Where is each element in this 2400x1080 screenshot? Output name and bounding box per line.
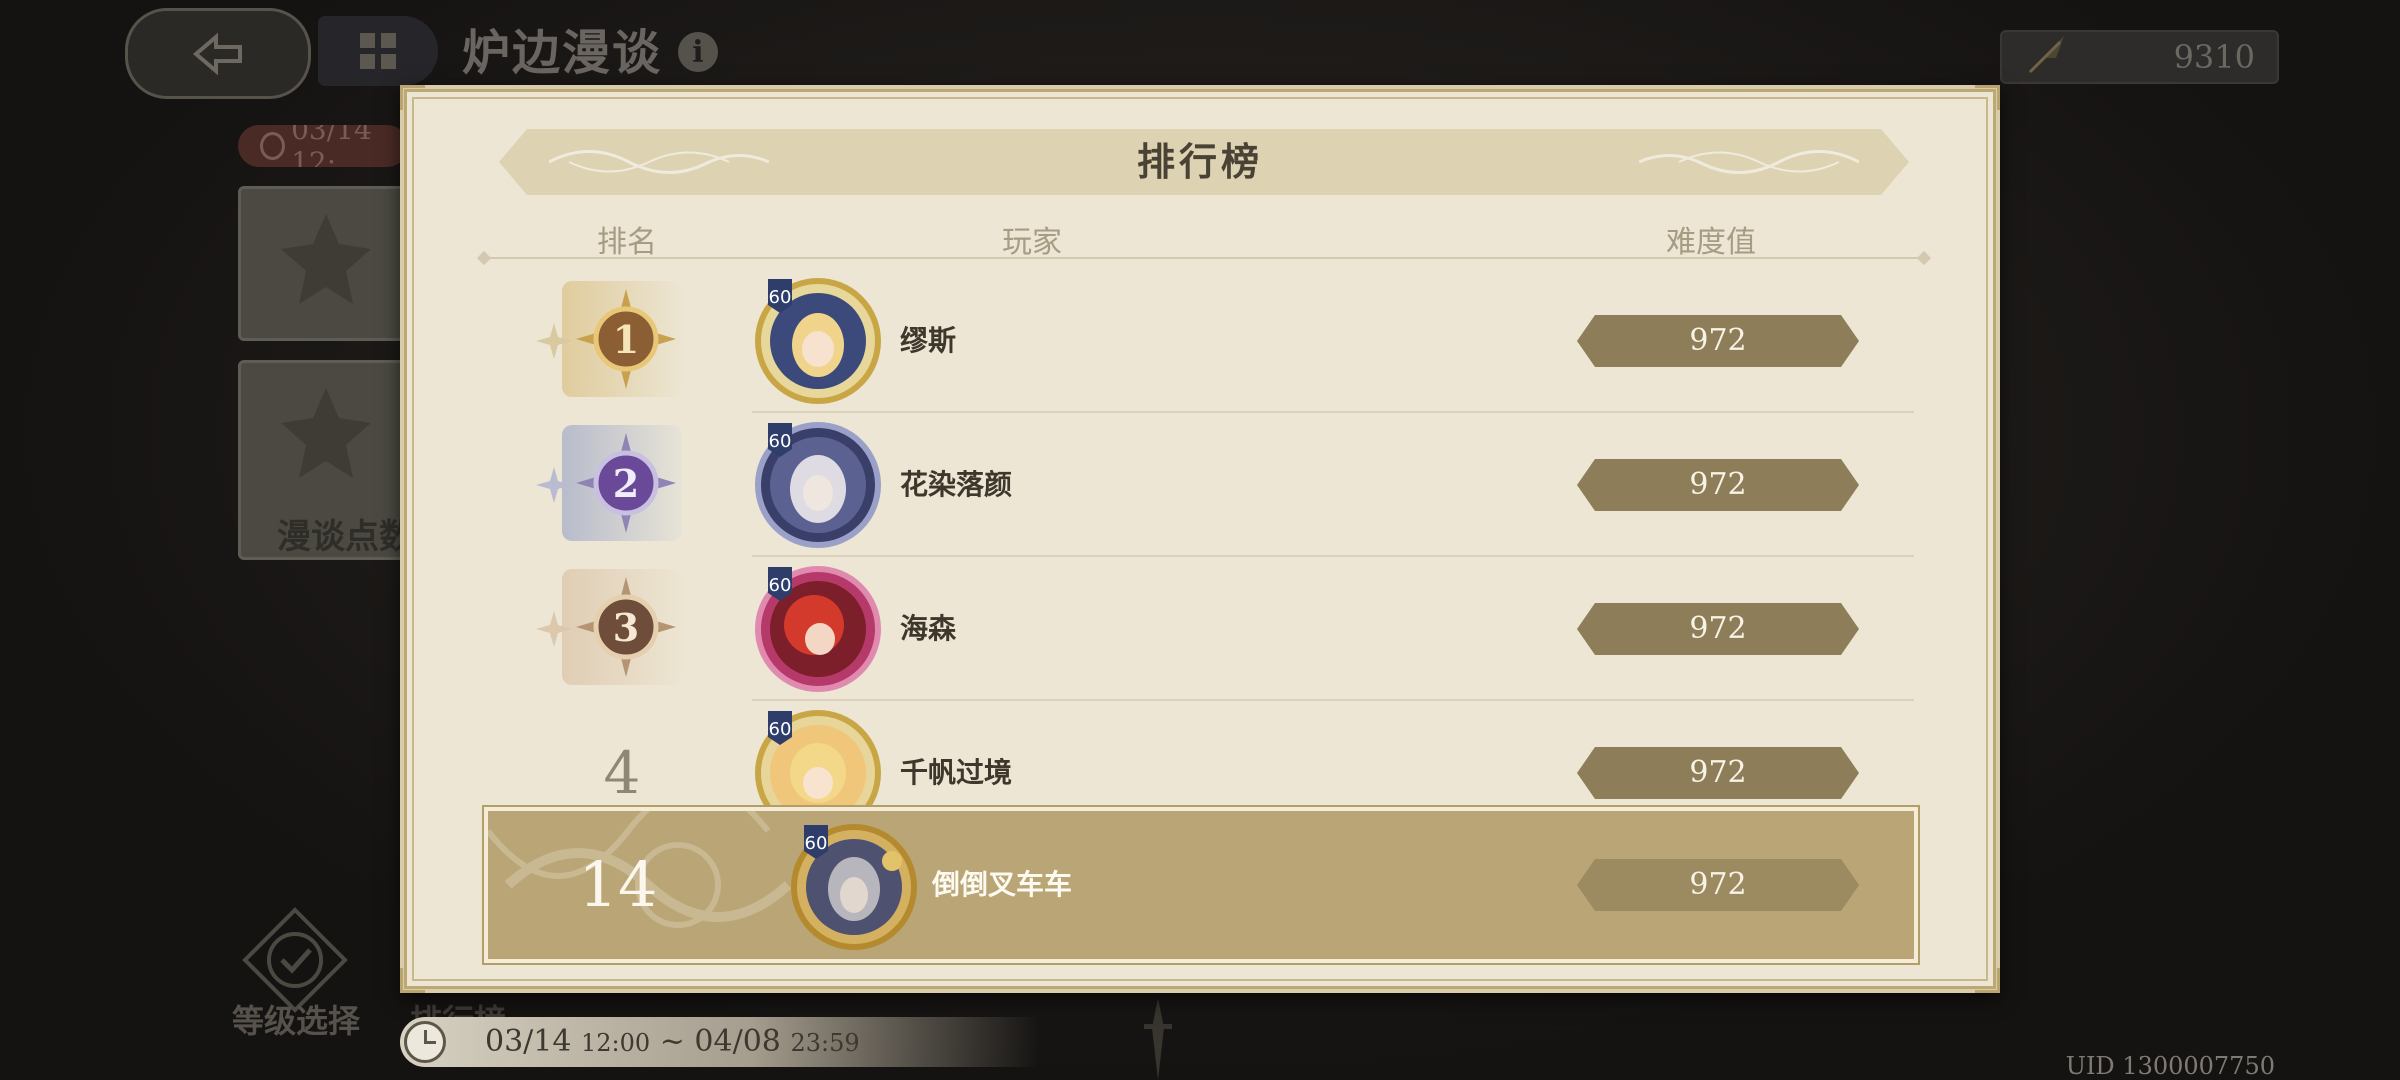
side-card-label: 漫谈点数	[277, 517, 413, 557]
leaderboard-modal: 排行榜 排名 玩家 难度值 1 60 缪斯 972 2 60 花染落颜 972 …	[400, 85, 2000, 993]
sparkle-icon	[536, 611, 572, 647]
home-grid-icon	[360, 33, 396, 69]
period-end-time: 23:59	[790, 1029, 860, 1057]
player-avatar[interactable]: 60	[752, 275, 884, 407]
leaderboard-row[interactable]: 2 60 花染落颜 972	[404, 413, 2004, 557]
page-title: 炉边漫谈	[462, 25, 663, 81]
period-separator: ~	[659, 1024, 685, 1059]
player-name: 缪斯	[900, 324, 957, 357]
event-period-text: 03/14 12:00 ~ 04/08 23:59	[485, 1017, 860, 1068]
medal-number: 3	[613, 605, 639, 650]
player-avatar[interactable]: 60	[752, 563, 884, 695]
self-rank-number: 14	[578, 848, 658, 921]
leaderboard-list[interactable]: 1 60 缪斯 972 2 60 花染落颜 972 3 60 海森 972 4 …	[404, 269, 2004, 896]
score-value: 972	[1577, 459, 1859, 511]
uid-label: UID 1300007750	[2065, 1052, 2275, 1080]
period-end-date: 04/08	[694, 1024, 781, 1059]
side-card-scroll[interactable]	[238, 186, 418, 341]
score-value: 972	[1577, 747, 1859, 799]
side-card-points[interactable]: 漫谈点数	[238, 360, 418, 560]
player-name: 海森	[900, 612, 957, 645]
quill-currency-icon	[2026, 36, 2064, 76]
sword-deco-icon	[1144, 998, 1172, 1080]
player-level: 60	[805, 833, 828, 854]
event-period-bar: 03/14 12:00 ~ 04/08 23:59	[400, 1017, 1040, 1067]
player-level: 60	[769, 287, 792, 308]
gold-medal-icon: 1	[576, 289, 676, 389]
self-player-name: 倒倒叉车车	[932, 868, 1073, 901]
column-header-score: 难度值	[1666, 225, 1756, 260]
frame-corner	[400, 85, 425, 110]
frame-corner	[1975, 85, 2000, 110]
header-divider	[484, 257, 1924, 259]
currency-value: 9310	[2173, 38, 2255, 76]
leaderboard-row[interactable]: 1 60 缪斯 972	[404, 269, 2004, 413]
self-score-value: 972	[1577, 859, 1859, 911]
self-avatar[interactable]: 60	[788, 821, 920, 953]
leaderboard-row[interactable]: 3 60 海森 972	[404, 557, 2004, 701]
sparkle-icon	[536, 467, 572, 503]
self-ranking-row[interactable]: 14 60 倒倒叉车车 972	[484, 807, 1918, 963]
feather-icon	[281, 388, 371, 478]
info-icon[interactable]: i	[678, 32, 718, 72]
score-value: 972	[1577, 603, 1859, 655]
period-start-time: 12:00	[581, 1029, 651, 1057]
silver-medal-icon: 2	[576, 433, 676, 533]
period-start-date: 03/14	[485, 1024, 572, 1059]
scroll-icon	[281, 214, 371, 304]
player-name: 花染落颜	[900, 468, 1013, 501]
modal-title: 排行榜	[1136, 139, 1263, 184]
back-button[interactable]	[125, 8, 311, 99]
sparkle-icon	[536, 323, 572, 359]
player-level: 60	[769, 575, 792, 596]
column-header-rank: 排名	[597, 225, 657, 260]
clock-icon	[404, 1021, 446, 1063]
level-select-label[interactable]: 等级选择	[232, 996, 360, 1042]
player-level: 60	[769, 719, 792, 740]
frame-corner	[400, 968, 425, 993]
event-date-text: 03/14 12:	[291, 125, 372, 167]
column-header-player: 玩家	[1002, 225, 1062, 260]
back-arrow-icon	[192, 32, 242, 75]
medal-number: 1	[613, 317, 639, 362]
score-value: 972	[1577, 315, 1859, 367]
clock-icon	[260, 132, 286, 160]
bronze-medal-icon: 3	[576, 577, 676, 677]
frame-corner	[1975, 968, 2000, 993]
event-date-badge: 03/14 12:	[238, 125, 408, 167]
medal-number: 2	[613, 461, 639, 506]
currency-counter: 9310	[2000, 30, 2279, 84]
player-avatar[interactable]: 60	[752, 419, 884, 551]
player-level: 60	[769, 431, 792, 452]
home-button[interactable]	[318, 16, 438, 86]
